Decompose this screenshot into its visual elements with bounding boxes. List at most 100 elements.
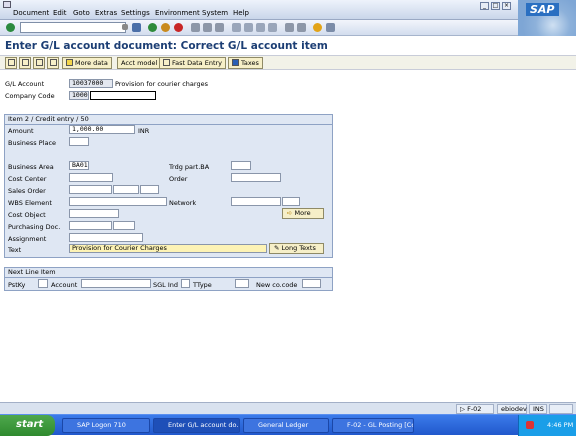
long-texts-icon: ✎	[274, 244, 282, 252]
taxes-label: Taxes	[241, 59, 259, 67]
wbs-element-field[interactable]	[69, 197, 167, 206]
back-icon[interactable]	[148, 23, 157, 32]
sales-order-item-field[interactable]	[113, 185, 139, 194]
layout-menu-icon[interactable]	[326, 23, 335, 32]
clock: 4:46 PM	[547, 421, 574, 429]
fast-data-entry-label: Fast Data Entry	[172, 59, 223, 67]
network-field[interactable]	[231, 197, 281, 206]
task-enter-gl-account-label: Enter G/L account do...	[168, 421, 240, 429]
long-texts-button[interactable]: ✎ Long Texts	[269, 243, 324, 254]
more-data-label: More data	[75, 59, 108, 67]
previous-page-icon[interactable]	[244, 23, 253, 32]
sales-order-field[interactable]	[69, 185, 112, 194]
acct-model-button[interactable]: Acct model	[117, 57, 162, 69]
text-field[interactable]: Provision for Courier Charges	[69, 244, 267, 253]
arrow-right-icon: ➪	[287, 209, 295, 217]
company-code-field: 1000	[69, 91, 89, 100]
menu-document[interactable]: Document	[13, 9, 49, 17]
menu-extras[interactable]: Extras	[95, 9, 117, 17]
first-page-icon[interactable]	[232, 23, 241, 32]
task-enter-gl-account[interactable]: Enter G/L account do...	[153, 418, 240, 433]
amount-field[interactable]: 1,000.00	[69, 125, 135, 134]
posting-key-field[interactable]	[38, 279, 48, 288]
start-button[interactable]: start	[0, 415, 55, 436]
purchasing-doc-field[interactable]	[69, 221, 112, 230]
business-place-label: Business Place	[8, 139, 57, 147]
tree-on-button[interactable]	[5, 57, 17, 69]
tray-icon[interactable]	[526, 421, 534, 429]
purchasing-doc-item-field[interactable]	[113, 221, 135, 230]
park-button[interactable]	[33, 57, 45, 69]
help-icon[interactable]	[313, 23, 322, 32]
maximize-icon[interactable]: □	[491, 2, 500, 10]
sales-order-schedule-field[interactable]	[140, 185, 159, 194]
taxes-button[interactable]: Taxes	[228, 57, 263, 69]
exit-icon[interactable]	[161, 23, 170, 32]
status-extra-box	[549, 404, 573, 414]
item-group-title: Item 2 / Credit entry / 50	[8, 115, 89, 123]
network-activity-field[interactable]	[282, 197, 300, 206]
transaction-code-text: F-02	[467, 405, 482, 413]
start-label: start	[16, 419, 44, 430]
text-label: Text	[8, 246, 22, 254]
item-group-divider	[5, 124, 332, 125]
menu-help[interactable]: Help	[233, 9, 249, 17]
task-f02-gl-posting[interactable]: F-02 - GL Posting [Co...	[332, 418, 414, 433]
print-icon[interactable]	[191, 23, 200, 32]
shortcut-icon[interactable]	[297, 23, 306, 32]
sgl-ind-field[interactable]	[181, 279, 190, 288]
cost-center-field[interactable]	[69, 173, 113, 182]
next-page-icon[interactable]	[256, 23, 265, 32]
account-label: Account	[51, 281, 78, 289]
menu-bar: Document Edit Goto Extras Settings Envir…	[0, 0, 576, 20]
application-toolbar: More data Acct model Fast Data Entry Tax…	[0, 55, 576, 70]
minimize-icon[interactable]: _	[480, 2, 489, 10]
sap-logo-text: SAP	[526, 3, 559, 16]
dropdown-icon[interactable]	[122, 24, 128, 30]
task-general-ledger[interactable]: General Ledger	[243, 418, 329, 433]
business-place-field[interactable]	[69, 137, 89, 146]
menu-system[interactable]: System	[202, 9, 228, 17]
sgl-ind-label: SGL Ind	[153, 281, 179, 289]
find-icon[interactable]	[203, 23, 212, 32]
command-field[interactable]	[20, 22, 126, 33]
more-data-icon	[66, 59, 73, 66]
enter-check-icon[interactable]	[6, 23, 15, 32]
menu-goto[interactable]: Goto	[73, 9, 90, 17]
close-icon[interactable]: ×	[502, 2, 511, 10]
cancel-icon[interactable]	[174, 23, 183, 32]
order-label: Order	[169, 175, 188, 183]
trading-partner-ba-field[interactable]	[231, 161, 251, 170]
fast-data-entry-button[interactable]: Fast Data Entry	[159, 57, 227, 69]
more-data-button[interactable]: More data	[62, 57, 112, 69]
hold-button[interactable]	[19, 57, 31, 69]
simulate-icon	[50, 59, 57, 66]
task-general-ledger-label: General Ledger	[258, 421, 309, 429]
new-session-icon[interactable]	[285, 23, 294, 32]
input-mode: INS	[529, 404, 547, 414]
transaction-code[interactable]: ▷ F-02	[456, 404, 494, 414]
status-bar: ▷ F-02 ebiodev INS	[0, 402, 576, 414]
hold-icon	[22, 59, 29, 66]
gl-account-description: Provision for courier charges	[115, 80, 208, 88]
ttype-field[interactable]	[235, 279, 249, 288]
menu-settings[interactable]: Settings	[121, 9, 150, 17]
save-icon[interactable]	[132, 23, 141, 32]
find-next-icon[interactable]	[215, 23, 224, 32]
assignment-field[interactable]	[69, 233, 143, 242]
menu-edit[interactable]: Edit	[53, 9, 67, 17]
simulate-button[interactable]	[47, 57, 59, 69]
task-sap-logon[interactable]: SAP Logon 710	[62, 418, 150, 433]
last-page-icon[interactable]	[268, 23, 277, 32]
sap-window-icon[interactable]	[3, 1, 11, 8]
gl-account-field: 10037000	[69, 79, 113, 88]
more-button[interactable]: ➪ More	[282, 208, 324, 219]
fast-data-entry-icon	[163, 59, 170, 66]
cost-object-field[interactable]	[69, 209, 119, 218]
order-field[interactable]	[231, 173, 281, 182]
new-co-code-field[interactable]	[302, 279, 321, 288]
business-area-field[interactable]: BA01	[69, 161, 89, 170]
account-field[interactable]	[81, 279, 151, 288]
menu-environment[interactable]: Environment	[155, 9, 200, 17]
amount-label: Amount	[8, 127, 34, 135]
